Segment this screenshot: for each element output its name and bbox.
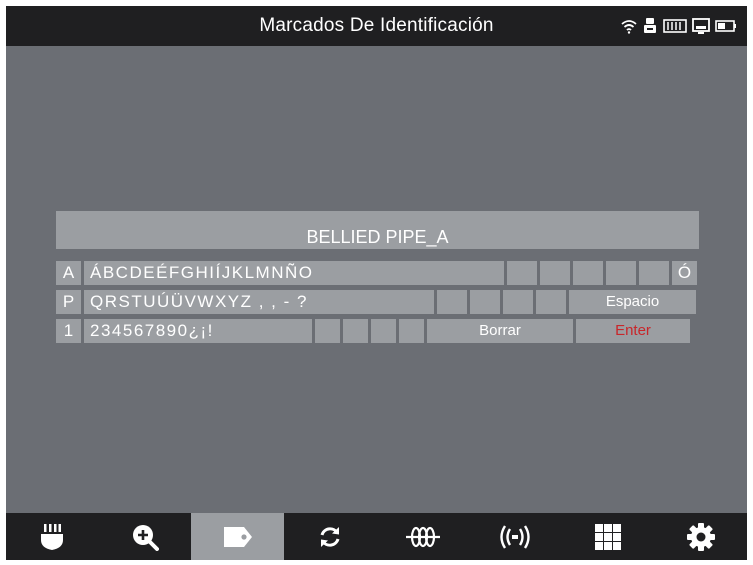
robot-icon <box>644 18 656 33</box>
key-a[interactable]: A <box>56 261 81 285</box>
key-blank[interactable] <box>536 290 566 314</box>
enter-key[interactable]: Enter <box>576 319 690 343</box>
key-blank[interactable] <box>507 261 537 285</box>
keyboard-status-icon <box>663 19 687 33</box>
key-blank[interactable] <box>639 261 669 285</box>
delete-key[interactable]: Borrar <box>427 319 573 343</box>
key-blank[interactable] <box>343 319 368 343</box>
key-blank[interactable] <box>606 261 636 285</box>
bottom-toolbar <box>6 513 747 560</box>
key-1[interactable]: 1 <box>56 319 81 343</box>
toolbar-probe-button[interactable] <box>6 513 99 560</box>
title-bar: Marcados De Identificación <box>6 6 747 46</box>
key-blank[interactable] <box>503 290 533 314</box>
signal-icon <box>500 524 531 549</box>
space-key[interactable]: Espacio <box>569 290 696 314</box>
monitor-icon <box>692 17 710 34</box>
coil-icon <box>405 526 440 547</box>
key-blank[interactable] <box>371 319 396 343</box>
key-blank[interactable] <box>540 261 570 285</box>
key-p[interactable]: P <box>56 290 81 314</box>
toolbar-zoom-button[interactable] <box>99 513 192 560</box>
toolbar-refresh-button[interactable] <box>284 513 377 560</box>
key-letters-row-1[interactable]: ÁBCDEÉFGHIÍJKLMNÑO <box>84 261 504 285</box>
tag-icon <box>223 526 252 547</box>
wifi-icon <box>621 20 637 34</box>
battery-icon <box>715 20 736 32</box>
toolbar-signal-button[interactable] <box>469 513 562 560</box>
key-blank[interactable] <box>470 290 500 314</box>
zoom-in-icon <box>132 524 159 551</box>
toolbar-grid-button[interactable] <box>562 513 655 560</box>
key-blank[interactable] <box>437 290 467 314</box>
status-icons <box>621 17 737 35</box>
grid-icon <box>595 523 622 550</box>
keyboard-row-2: P QRSTUÚÜVWXYZ , , - ? Espacio <box>56 290 699 314</box>
refresh-icon <box>320 526 340 547</box>
key-blank[interactable] <box>399 319 424 343</box>
key-letters-row-2[interactable]: QRSTUÚÜVWXYZ , , - ? <box>84 290 434 314</box>
toolbar-tag-button[interactable] <box>191 513 284 560</box>
toolbar-settings-button[interactable] <box>654 513 747 560</box>
gear-icon <box>686 522 715 551</box>
toolbar-coil-button[interactable] <box>377 513 470 560</box>
key-digits-row-3[interactable]: 234567890¿¡! <box>84 319 312 343</box>
keyboard-row-3: 1 234567890¿¡! Borrar Enter <box>56 319 699 343</box>
key-o-acute[interactable]: Ó <box>672 261 697 285</box>
key-blank[interactable] <box>573 261 603 285</box>
probe-icon <box>41 523 64 550</box>
tag-input-field[interactable]: BELLIED PIPE_A <box>56 211 699 249</box>
device-screen: Marcados De Identificación BELLIED PIPE_… <box>6 6 747 560</box>
key-blank[interactable] <box>315 319 340 343</box>
keyboard-row-1: A ÁBCDEÉFGHIÍJKLMNÑO Ó <box>56 261 699 285</box>
